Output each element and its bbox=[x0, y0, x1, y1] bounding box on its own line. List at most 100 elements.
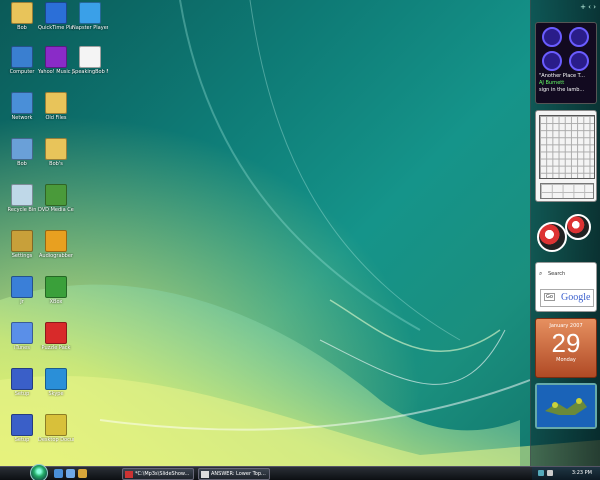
user-icon bbox=[11, 138, 33, 160]
desktop-icon-label: Settings bbox=[11, 253, 33, 259]
taskbar-button[interactable]: *C:\Mp3s\SlideShow... bbox=[122, 468, 194, 480]
taskbar: *C:\Mp3s\SlideShow... ANSWER: Lower Top.… bbox=[0, 464, 600, 480]
app-j-icon bbox=[11, 276, 33, 298]
calendar-weekday: Monday bbox=[556, 357, 576, 363]
desktop-icon-label: Bob bbox=[17, 25, 27, 31]
desktop-icon-label: Bob's bbox=[49, 161, 63, 167]
setup-icon bbox=[11, 414, 33, 436]
napster-icon bbox=[79, 2, 101, 24]
sudoku-number-pad[interactable] bbox=[540, 183, 594, 199]
orb-gadget[interactable] bbox=[535, 212, 597, 256]
desktop-icon-label: Old Files bbox=[45, 115, 67, 121]
media-button[interactable] bbox=[542, 50, 562, 71]
setup-icon bbox=[11, 368, 33, 390]
desktop-icon-dvd-media[interactable]: DVD Media Center bbox=[38, 184, 74, 213]
desktop-icon-napster[interactable]: Napster Player bbox=[72, 2, 108, 31]
search-label: Search bbox=[548, 271, 566, 277]
desktop-icon-itunes[interactable]: iTunes bbox=[4, 322, 40, 351]
media-button[interactable] bbox=[542, 27, 562, 47]
desktop-icon-puzzle[interactable]: Puzzle Pack bbox=[38, 322, 74, 351]
computer-icon bbox=[11, 46, 33, 68]
go-button[interactable]: Go bbox=[544, 293, 555, 301]
skype-icon bbox=[45, 368, 67, 390]
slideshow-image bbox=[537, 385, 595, 427]
google-search-input[interactable]: Go Google bbox=[540, 289, 594, 307]
dvd-icon bbox=[45, 184, 67, 206]
desktop-icon-bob-doc[interactable]: Bob's bbox=[38, 138, 74, 167]
desktop-icon-label: Audiograbber bbox=[39, 253, 73, 259]
audio-icon bbox=[45, 230, 67, 252]
quicktime-icon bbox=[45, 2, 67, 24]
media-player-icon[interactable] bbox=[78, 469, 87, 478]
network-icon bbox=[11, 92, 33, 114]
desktop-icon-jr-app[interactable]: Jr bbox=[4, 276, 40, 305]
desktop-icon-bob2[interactable]: Bob bbox=[4, 138, 40, 167]
desktop-icon-label: QuickTime Player bbox=[38, 25, 74, 31]
taskbar-button-label: ANSWER: Lower Top... bbox=[211, 471, 266, 477]
desktop-icon-network[interactable]: Network bbox=[4, 92, 40, 121]
desktop-icon-label: Setup bbox=[14, 437, 30, 443]
media-file-icon bbox=[79, 46, 101, 68]
search-gadget[interactable]: ⌕ Search Go Google bbox=[535, 262, 597, 312]
folder-icon bbox=[11, 2, 33, 24]
sidebar-controls-icon[interactable]: + ‹ › bbox=[580, 3, 596, 11]
puzzle-icon bbox=[45, 322, 67, 344]
desktop-icon-label: Computer bbox=[9, 69, 35, 75]
desktop-icon-label: Bob bbox=[17, 161, 27, 167]
orb-icon[interactable] bbox=[537, 222, 567, 252]
folder-icon bbox=[45, 92, 67, 114]
desktop-icon-recycle-bin[interactable]: Recycle Bin bbox=[4, 184, 40, 213]
window-icon bbox=[125, 471, 133, 478]
start-button[interactable] bbox=[30, 464, 48, 480]
desktop-icon-computer[interactable]: Computer bbox=[4, 46, 40, 75]
desktop-icon-bob[interactable]: Bob bbox=[4, 2, 40, 31]
desktop-icon-label: Setup bbox=[14, 391, 30, 397]
desktop-icon-label: Yahoo! Music Jukebox bbox=[38, 69, 74, 75]
docs-icon bbox=[45, 414, 67, 436]
volume-tray-icon[interactable] bbox=[547, 470, 553, 476]
desktop-icon-xbox[interactable]: XBox bbox=[38, 276, 74, 305]
network-tray-icon[interactable] bbox=[538, 470, 544, 476]
sudoku-gadget[interactable] bbox=[535, 110, 597, 202]
desktop-icon-label: Napster Player bbox=[72, 25, 108, 31]
calendar-gadget[interactable]: January 2007 29 Monday bbox=[535, 318, 597, 378]
media-button[interactable] bbox=[568, 27, 589, 47]
google-logo: Google bbox=[561, 292, 591, 303]
media-player-gadget[interactable]: "Another Place T... AJ Burnett sign in t… bbox=[535, 22, 597, 104]
desktop-icon-label: Desktop Documents bbox=[38, 437, 74, 443]
xbox-icon bbox=[45, 276, 67, 298]
media-button[interactable] bbox=[568, 50, 589, 71]
desktop-icon-label: XBox bbox=[49, 299, 63, 305]
document-icon bbox=[201, 471, 209, 478]
media-track-line3: sign in the lamb... bbox=[539, 87, 585, 93]
search-icon: ⌕ bbox=[539, 270, 543, 277]
desktop-icon-setup-a[interactable]: Setup bbox=[4, 368, 40, 397]
slideshow-gadget[interactable] bbox=[535, 383, 597, 429]
desktop-icon-quicktime[interactable]: QuickTime Player bbox=[38, 2, 74, 31]
system-tray: 3:23 PM bbox=[532, 467, 600, 480]
media-button-grid bbox=[542, 27, 592, 71]
show-desktop-icon[interactable] bbox=[54, 469, 63, 478]
desktop-icon-desktop-docs[interactable]: Desktop Documents bbox=[38, 414, 74, 443]
desktop-icon-audiograbber[interactable]: Audiograbber bbox=[38, 230, 74, 259]
window-switcher-icon[interactable] bbox=[66, 469, 75, 478]
desktop-icon-yahoo-music[interactable]: Yahoo! Music Jukebox bbox=[38, 46, 74, 75]
itunes-icon bbox=[11, 322, 33, 344]
desktop-icon-label: DVD Media Center bbox=[38, 207, 74, 213]
desktop-icon-label: Skype bbox=[48, 391, 64, 397]
desktop-icon-settings[interactable]: Settings bbox=[4, 230, 40, 259]
desktop-icon-skype[interactable]: Skype bbox=[38, 368, 74, 397]
media-track-title: "Another Place T... bbox=[539, 73, 585, 79]
desktop-icon-label: Recycle Bin bbox=[7, 207, 37, 213]
desktop-icon-label: SpeakingBob Media Player bbox=[72, 69, 108, 75]
desktop-icon-label: Jr bbox=[20, 299, 24, 305]
taskbar-button[interactable]: ANSWER: Lower Top... bbox=[198, 468, 270, 480]
desktop-icon-setup-b[interactable]: Setup bbox=[4, 414, 40, 443]
media-track-info: "Another Place T... AJ Burnett sign in t… bbox=[539, 73, 595, 94]
desktop-icon-old-files[interactable]: Old Files bbox=[38, 92, 74, 121]
desktop-icon-speakingbob[interactable]: SpeakingBob Media Player bbox=[72, 46, 108, 75]
clock[interactable]: 3:23 PM bbox=[572, 470, 592, 476]
settings-icon bbox=[11, 230, 33, 252]
sudoku-board[interactable] bbox=[539, 115, 595, 179]
orb-icon[interactable] bbox=[565, 214, 591, 240]
